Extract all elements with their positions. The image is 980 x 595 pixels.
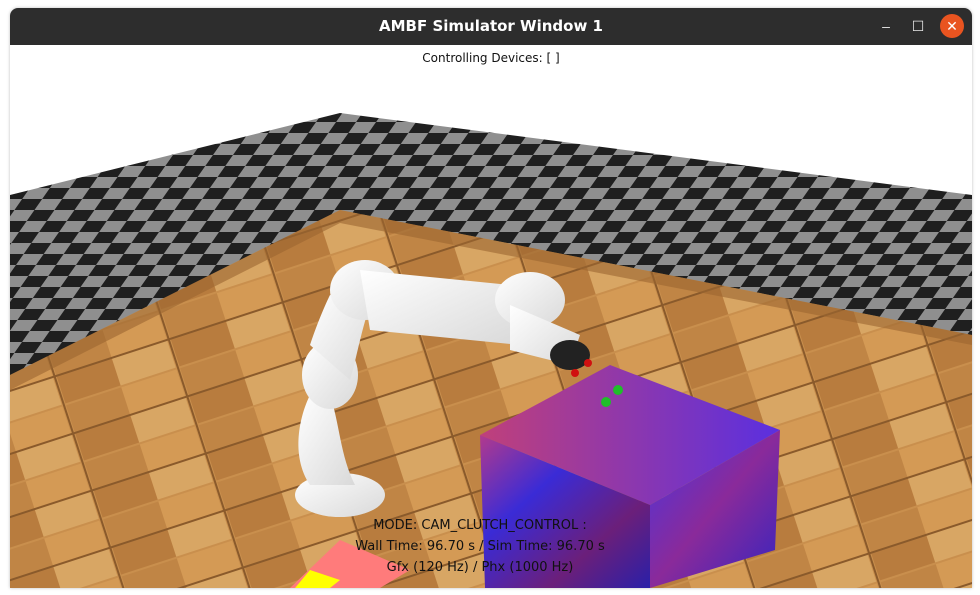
minimize-button[interactable]: – bbox=[874, 14, 898, 38]
simulator-window: AMBF Simulator Window 1 – ☐ ✕ Controllin… bbox=[10, 8, 972, 588]
maximize-button[interactable]: ☐ bbox=[906, 14, 930, 38]
rates-label: Gfx (120 Hz) / Phx (1000 Hz) bbox=[386, 560, 574, 575]
scene-render bbox=[10, 113, 972, 588]
title-bar[interactable]: AMBF Simulator Window 1 – ☐ ✕ bbox=[10, 8, 972, 45]
close-button[interactable]: ✕ bbox=[940, 14, 964, 38]
controlling-devices-label: Controlling Devices: [ ] bbox=[422, 51, 560, 65]
3d-viewport[interactable]: Controlling Devices: [ ] MODE: CAM_CLUTC… bbox=[10, 45, 972, 588]
window-title: AMBF Simulator Window 1 bbox=[379, 17, 603, 35]
time-label: Wall Time: 96.70 s / Sim Time: 96.70 s bbox=[355, 539, 605, 554]
mode-label: MODE: CAM_CLUTCH_CONTROL : bbox=[373, 518, 587, 533]
